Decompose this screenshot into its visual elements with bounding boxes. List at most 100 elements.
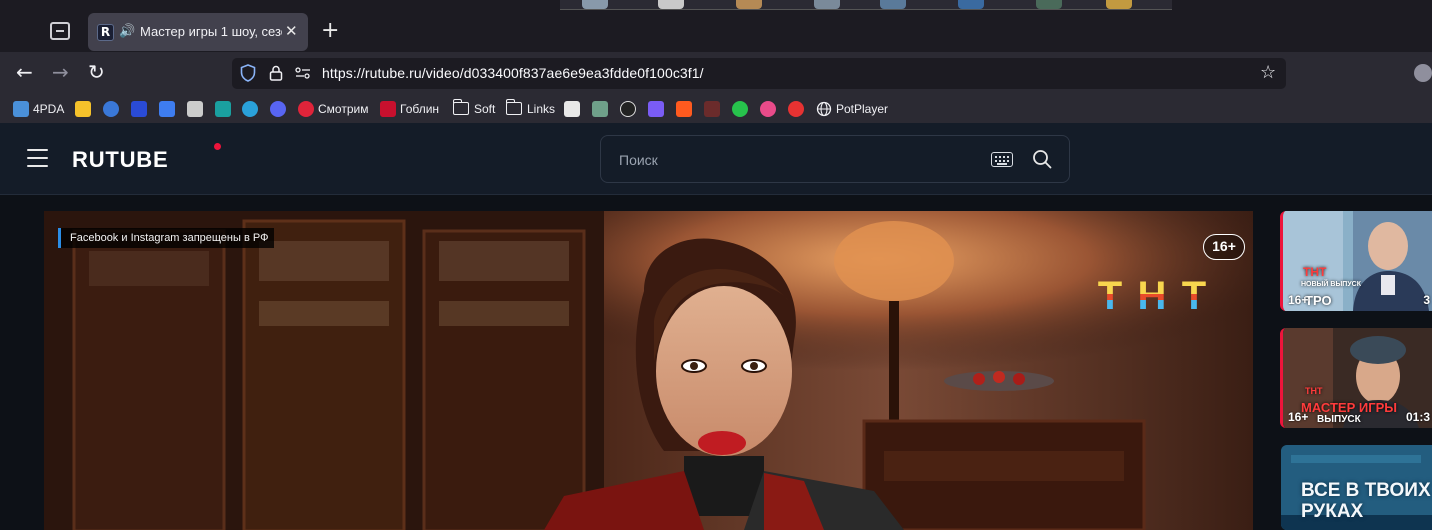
bookmarks-bar: 4PDA Смотрим Гоблин Soft Links PotPlayer <box>0 94 1432 123</box>
channel-logo-letter: Н <box>1132 275 1172 317</box>
bookmark-item[interactable] <box>187 100 207 117</box>
discord-icon <box>270 100 286 117</box>
recommended-video-card[interactable]: ТНТ НОВЫЙ ВЫПУСК ТРО 16+ 3 <box>1280 211 1432 311</box>
bookmark-label: Soft <box>474 101 496 116</box>
channel-logo-letter: Т <box>1174 275 1214 317</box>
bookmark-favicon-icon <box>676 100 692 117</box>
menu-hamburger-icon[interactable] <box>27 149 48 167</box>
bookmark-item[interactable] <box>788 100 808 117</box>
address-bar[interactable]: https://rutube.ru/video/d033400f837ae6e9… <box>232 58 1286 89</box>
bookmark-item[interactable] <box>159 100 179 117</box>
search-input[interactable]: Поиск <box>600 135 1070 183</box>
bookmark-item[interactable] <box>704 100 724 117</box>
bookmark-favicon-icon <box>732 100 748 117</box>
bookmark-folder-links[interactable]: Links <box>506 99 556 117</box>
channel-logo-tnt: Т Н Т <box>1090 275 1216 317</box>
bookmark-favicon-icon <box>760 100 776 117</box>
logo-accent-dot <box>214 143 221 150</box>
bookmark-goblin[interactable]: Гоблин <box>380 100 439 117</box>
bookmark-item[interactable] <box>242 100 262 117</box>
bookmark-favicon-icon <box>103 100 119 117</box>
tab-groups-icon[interactable] <box>50 22 70 40</box>
folder-icon <box>506 99 522 115</box>
tracking-protection-shield-icon[interactable] <box>240 64 256 82</box>
bookmark-4pda[interactable]: 4PDA <box>13 100 64 117</box>
rec-overlay-sub: ВЫПУСК <box>1317 414 1361 425</box>
bookmark-item[interactable] <box>564 100 584 117</box>
bookmark-item[interactable] <box>103 100 123 117</box>
bookmark-favicon-icon <box>704 100 720 117</box>
rec-overlay-title: ТРО <box>1305 293 1332 308</box>
search-placeholder: Поиск <box>619 152 658 168</box>
recommended-video-card[interactable]: ВСЕ В ТВОИХ РУКАХ <box>1281 445 1432 530</box>
window-thumbnail-strip <box>560 0 1172 10</box>
channel-logo-letter: Т <box>1090 275 1130 317</box>
rec-overlay-title: МАСТЕР ИГРЫ <box>1301 400 1397 415</box>
rec-overlay-channel: ТНТ <box>1305 386 1323 396</box>
bookmark-item[interactable] <box>75 100 95 117</box>
site-header: RUTUBE Поиск <box>0 123 1432 195</box>
profile-avatar[interactable] <box>1414 64 1432 82</box>
search-icon[interactable] <box>1032 149 1052 169</box>
bookmark-favicon-icon <box>215 100 231 117</box>
rutube-favicon-icon: R <box>97 24 114 41</box>
4pda-icon <box>13 100 29 117</box>
bookmark-label: Гоблин <box>400 101 440 116</box>
bookmark-favicon-icon <box>187 100 203 117</box>
browser-titlebar: R 🔊 Мастер игры 1 шоу, сезон 1 выпуск ✕ … <box>0 0 1432 52</box>
bookmark-item[interactable] <box>620 100 640 117</box>
bookmark-favicon-icon <box>75 100 91 117</box>
tab-audio-icon[interactable]: 🔊 <box>119 24 135 39</box>
url-text[interactable]: https://rutube.ru/video/d033400f837ae6e9… <box>322 65 704 81</box>
tab-title: Мастер игры 1 шоу, сезон 1 выпуск <box>140 24 282 39</box>
rec-age-badge: 16+ <box>1288 410 1309 424</box>
tab-active[interactable]: R 🔊 Мастер игры 1 шоу, сезон 1 выпуск ✕ <box>88 13 308 51</box>
bookmark-item[interactable] <box>760 100 780 117</box>
bookmark-item[interactable] <box>215 100 235 117</box>
bookmark-label: Links <box>527 101 556 116</box>
browser-navbar: ← → ↻ https://rutube.ru/video/d033400f83… <box>0 52 1432 94</box>
rec-overlay-title: ВСЕ В ТВОИХ РУКАХ <box>1301 480 1431 522</box>
lock-icon[interactable] <box>269 65 283 81</box>
bookmark-item[interactable] <box>648 100 668 117</box>
globe-icon <box>816 101 832 116</box>
bookmark-favicon-icon <box>620 100 636 117</box>
goblin-icon <box>380 100 396 117</box>
notice-badge: Facebook и Instagram запрещены в РФ <box>58 228 275 248</box>
bookmark-folder-soft[interactable]: Soft <box>453 99 496 117</box>
rec-duration: 3 <box>1423 293 1430 307</box>
recommended-video-card[interactable]: ТНТ МАСТЕР ИГРЫ ВЫПУСК 16+ 01:3 <box>1280 328 1432 428</box>
forward-button[interactable]: → <box>52 60 69 84</box>
bookmark-item[interactable] <box>676 100 696 117</box>
folder-icon <box>453 99 469 115</box>
bookmark-item[interactable] <box>270 100 290 117</box>
new-tab-button[interactable]: + <box>321 18 339 43</box>
bookmark-item[interactable] <box>131 100 151 117</box>
bookmark-potplayer[interactable]: PotPlayer <box>816 100 888 117</box>
bookmark-smotrim[interactable]: Смотрим <box>298 100 368 117</box>
age-rating-badge: 16+ <box>1203 234 1245 260</box>
rec-duration: 01:3 <box>1405 410 1430 424</box>
bookmark-label: PotPlayer <box>836 101 889 116</box>
video-player[interactable]: Facebook и Instagram запрещены в РФ 16+ … <box>44 211 1253 530</box>
bookmark-label: 4PDA <box>33 101 65 116</box>
bookmark-favicon-icon <box>131 100 147 117</box>
bookmark-favicon-icon <box>564 100 580 117</box>
bookmark-item[interactable] <box>732 100 752 117</box>
video-frame <box>44 211 1253 530</box>
bookmark-favicon-icon <box>159 100 175 117</box>
rec-overlay-channel: ТНТ <box>1303 265 1327 279</box>
rec-overlay-sub: НОВЫЙ ВЫПУСК <box>1301 281 1362 288</box>
bookmark-star-icon[interactable]: ☆ <box>1260 62 1276 83</box>
permissions-icon[interactable] <box>295 67 311 79</box>
rutube-logo[interactable]: RUTUBE <box>72 147 168 173</box>
keyboard-icon[interactable] <box>991 152 1013 167</box>
back-button[interactable]: ← <box>16 60 33 84</box>
play-icon <box>648 100 664 117</box>
tab-close-icon[interactable]: ✕ <box>285 22 298 40</box>
bookmark-item[interactable] <box>592 100 612 117</box>
bookmark-label: Смотрим <box>318 101 369 116</box>
rec-age-badge: 16+ <box>1288 293 1309 307</box>
smotrim-icon <box>298 100 314 117</box>
reload-button[interactable]: ↻ <box>88 60 105 84</box>
